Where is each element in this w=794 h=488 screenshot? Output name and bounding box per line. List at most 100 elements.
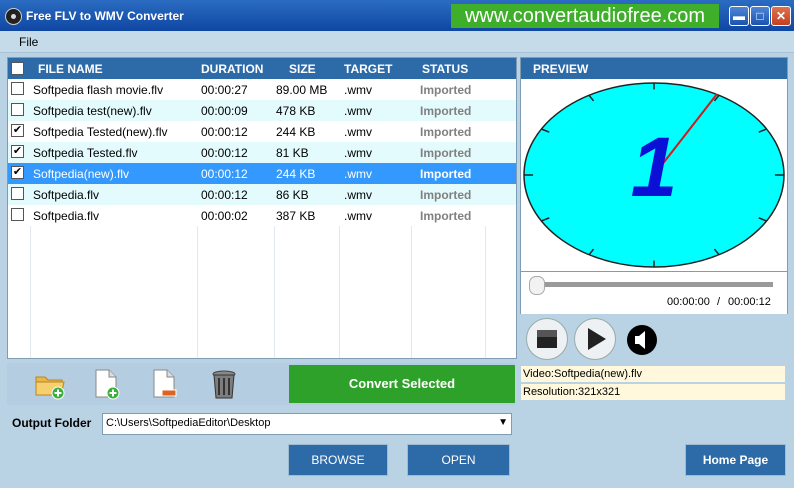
preview-panel: PREVIEW 1 xyxy=(520,57,788,272)
seek-bar[interactable] xyxy=(535,282,773,287)
film-reel-icon xyxy=(5,8,22,25)
trash-icon[interactable] xyxy=(207,367,241,401)
time-separator: / xyxy=(717,296,721,308)
cell-file-name: Softpedia test(new).flv xyxy=(33,104,152,118)
file-list[interactable]: FILE NAME DURATION SIZE TARGET STATUS So… xyxy=(7,57,517,359)
close-button[interactable]: ✕ xyxy=(771,6,791,26)
volume-button[interactable] xyxy=(622,318,662,358)
cell-target: .wmv xyxy=(344,104,372,118)
row-checkbox[interactable] xyxy=(11,82,24,95)
seek-handle[interactable] xyxy=(529,276,545,295)
row-checkbox[interactable] xyxy=(11,208,24,221)
cell-file-name: Softpedia(new).flv xyxy=(33,167,130,181)
cell-size: 244 KB xyxy=(276,125,316,139)
output-folder-label: Output Folder xyxy=(12,416,92,430)
table-row[interactable]: ✔ Softpedia Tested.flv 00:00:12 81 KB .wmv Im… xyxy=(8,142,516,163)
cell-duration: 00:00:27 xyxy=(201,83,248,97)
select-all-checkbox[interactable] xyxy=(11,62,24,75)
current-time: 00:00:00 xyxy=(667,296,710,308)
cell-size: 478 KB xyxy=(276,104,316,118)
video-frame: 1 xyxy=(523,82,785,268)
video-resolution: Resolution:321x321 xyxy=(523,386,621,398)
table-row[interactable]: Softpedia.flv 00:00:12 86 KB .wmv Imported xyxy=(8,184,516,205)
video-name: Video:Softpedia(new).flv xyxy=(523,368,643,380)
video-info: Video:Softpedia(new).flv xyxy=(521,366,785,382)
menu-file[interactable]: File xyxy=(19,35,38,49)
stop-icon xyxy=(537,330,557,348)
play-button[interactable] xyxy=(574,318,616,360)
cell-target: .wmv xyxy=(344,167,372,181)
cell-target: .wmv xyxy=(344,146,372,160)
cell-status: Imported xyxy=(420,209,472,223)
cell-duration: 00:00:12 xyxy=(201,146,248,160)
window-title: Free FLV to WMV Converter xyxy=(26,9,184,23)
file-list-header: FILE NAME DURATION SIZE TARGET STATUS xyxy=(8,58,516,79)
cell-status: Imported xyxy=(420,125,472,139)
convert-selected-button[interactable]: Convert Selected xyxy=(289,365,515,403)
preview-header: PREVIEW xyxy=(521,58,787,79)
frame-digit: 1 xyxy=(631,120,678,214)
cell-duration: 00:00:02 xyxy=(201,209,248,223)
cell-target: .wmv xyxy=(344,209,372,223)
speaker-icon xyxy=(627,325,657,355)
cell-size: 81 KB xyxy=(276,146,309,160)
table-row[interactable]: Softpedia test(new).flv 00:00:09 478 KB .wm… xyxy=(8,100,516,121)
cell-size: 387 KB xyxy=(276,209,316,223)
cell-status: Imported xyxy=(420,104,472,118)
cell-duration: 00:00:12 xyxy=(201,167,248,181)
cell-file-name: Softpedia.flv xyxy=(33,188,100,202)
cell-target: .wmv xyxy=(344,125,372,139)
menu-bar: File xyxy=(0,31,794,53)
cell-status: Imported xyxy=(420,167,472,181)
browse-button[interactable]: BROWSE xyxy=(288,444,388,476)
play-icon xyxy=(588,328,606,350)
cell-status: Imported xyxy=(420,188,472,202)
maximize-button[interactable]: □ xyxy=(750,6,770,26)
chevron-down-icon[interactable]: ▼ xyxy=(498,417,508,428)
header-target[interactable]: TARGET xyxy=(344,62,392,76)
cell-duration: 00:00:12 xyxy=(201,188,248,202)
cell-file-name: Softpedia Tested.flv xyxy=(33,146,138,160)
seek-area: 00:00:00 / 00:00:12 xyxy=(520,272,788,314)
row-checkbox[interactable] xyxy=(11,103,24,116)
promo-link[interactable]: www.convertaudiofree.com xyxy=(451,4,719,28)
table-row[interactable]: Softpedia flash movie.flv 00:00:27 89.00 M… xyxy=(8,79,516,100)
player-controls xyxy=(520,314,786,366)
header-file-name[interactable]: FILE NAME xyxy=(38,62,103,76)
cell-size: 244 KB xyxy=(276,167,316,181)
file-add-icon[interactable] xyxy=(89,367,123,401)
header-duration[interactable]: DURATION xyxy=(201,62,263,76)
row-checkbox[interactable]: ✔ xyxy=(11,145,24,158)
row-checkbox[interactable]: ✔ xyxy=(11,124,24,137)
cell-status: Imported xyxy=(420,146,472,160)
cell-target: .wmv xyxy=(344,83,372,97)
cell-duration: 00:00:09 xyxy=(201,104,248,118)
header-status[interactable]: STATUS xyxy=(422,62,468,76)
stop-button[interactable] xyxy=(526,318,568,360)
cell-file-name: Softpedia.flv xyxy=(33,209,100,223)
preview-title: PREVIEW xyxy=(533,62,589,76)
cell-status: Imported xyxy=(420,83,472,97)
cell-size: 89.00 MB xyxy=(276,83,328,97)
open-button[interactable]: OPEN xyxy=(407,444,510,476)
cell-target: .wmv xyxy=(344,188,372,202)
cell-size: 86 KB xyxy=(276,188,309,202)
cell-file-name: Softpedia Tested(new).flv xyxy=(33,125,168,139)
home-page-button[interactable]: Home Page xyxy=(685,444,786,476)
cell-file-name: Softpedia flash movie.flv xyxy=(33,83,164,97)
total-time: 00:00:12 xyxy=(728,296,771,308)
output-folder-select[interactable]: C:\Users\SoftpediaEditor\Desktop ▼ xyxy=(102,413,512,435)
resolution-info: Resolution:321x321 xyxy=(521,384,785,400)
row-checkbox[interactable] xyxy=(11,187,24,200)
minimize-button[interactable]: ▬ xyxy=(729,6,749,26)
table-row[interactable]: Softpedia.flv 00:00:02 387 KB .wmv Imported xyxy=(8,205,516,226)
file-remove-icon[interactable] xyxy=(147,367,181,401)
cell-duration: 00:00:12 xyxy=(201,125,248,139)
header-size[interactable]: SIZE xyxy=(289,62,316,76)
output-folder-path: C:\Users\SoftpediaEditor\Desktop xyxy=(106,417,271,429)
folder-add-icon[interactable] xyxy=(33,367,67,401)
row-checkbox[interactable]: ✔ xyxy=(11,166,24,179)
title-bar: Free FLV to WMV Converter www.convertaud… xyxy=(0,0,794,31)
table-row[interactable]: ✔ Softpedia Tested(new).flv 00:00:12 244 KB… xyxy=(8,121,516,142)
table-row[interactable]: ✔ Softpedia(new).flv 00:00:12 244 KB .wmv Imp… xyxy=(8,163,516,184)
